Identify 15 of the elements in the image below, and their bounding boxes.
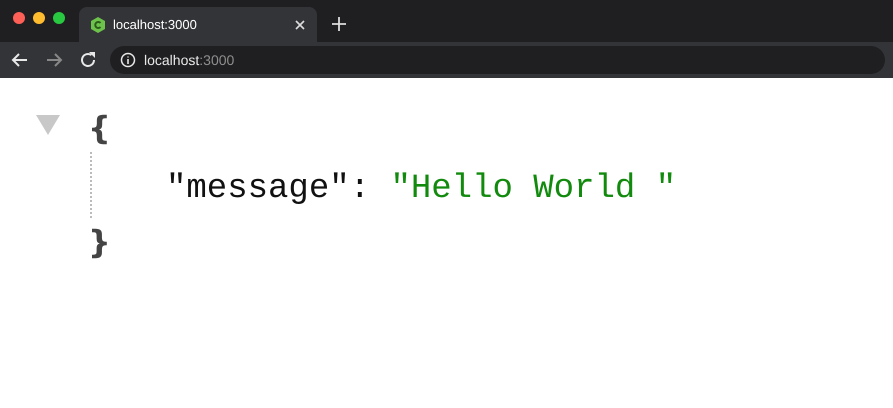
colon: :	[350, 170, 370, 208]
json-key: "message"	[166, 170, 350, 208]
maximize-window-button[interactable]	[53, 12, 65, 24]
new-tab-icon[interactable]	[329, 14, 349, 34]
info-icon[interactable]	[120, 52, 136, 68]
url-text: localhost:3000	[144, 52, 234, 68]
address-bar[interactable]: localhost:3000	[110, 46, 885, 74]
open-brace: {	[88, 108, 111, 148]
hexagon-icon	[91, 16, 105, 32]
browser-tab[interactable]: localhost:3000	[79, 7, 317, 42]
close-icon[interactable]	[295, 20, 305, 30]
json-string-value: "Hello World "	[390, 170, 676, 208]
close-window-button[interactable]	[13, 12, 25, 24]
close-brace: }	[88, 222, 111, 262]
minimize-window-button[interactable]	[33, 12, 45, 24]
